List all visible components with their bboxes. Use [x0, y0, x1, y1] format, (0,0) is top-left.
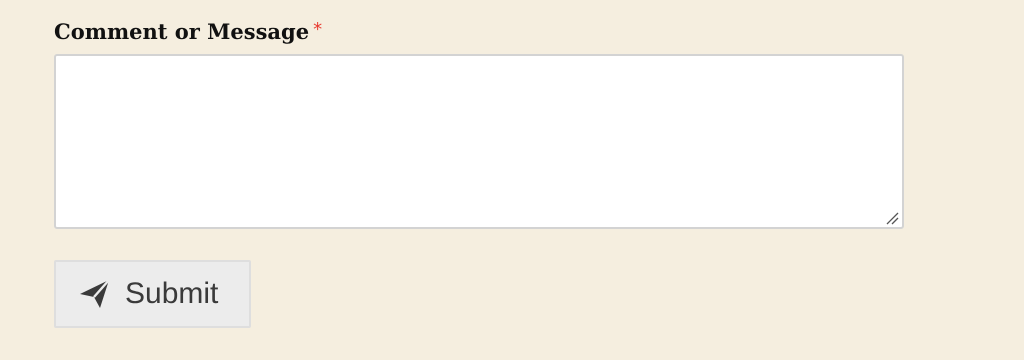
submit-button-label: Submit: [125, 277, 219, 310]
message-field-label: Comment or Message *: [54, 18, 322, 48]
message-textarea[interactable]: [54, 54, 904, 229]
submit-button[interactable]: Submit: [54, 260, 251, 328]
required-asterisk: *: [313, 19, 323, 40]
paper-plane-icon: [78, 277, 112, 311]
message-field-label-text: Comment or Message: [54, 19, 310, 44]
resize-handle-icon[interactable]: [884, 210, 900, 226]
